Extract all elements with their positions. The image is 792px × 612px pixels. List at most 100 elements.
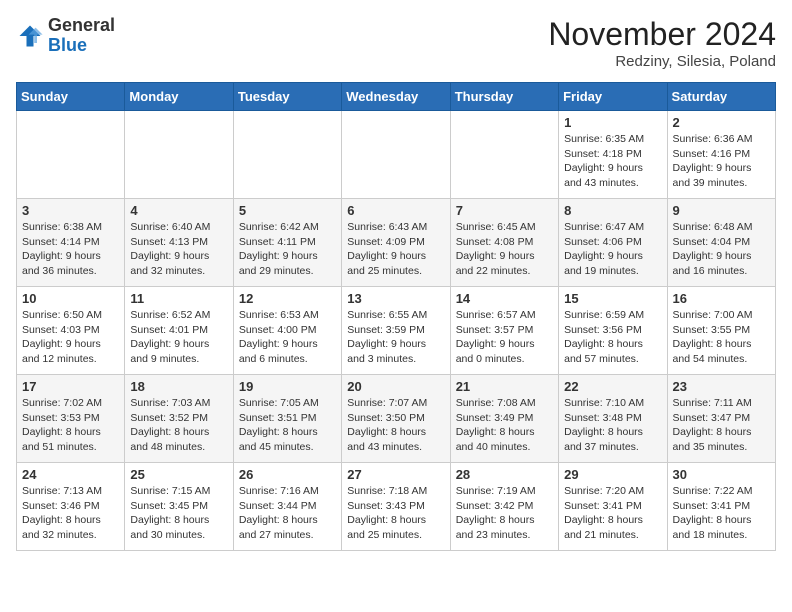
calendar-cell: 29Sunrise: 7:20 AM Sunset: 3:41 PM Dayli… <box>559 463 667 551</box>
calendar-cell: 7 Sunrise: 6:45 AM Sunset: 4:08 PM Daylig… <box>450 199 558 287</box>
day-number: 14 <box>456 291 553 306</box>
calendar-cell: 25 Sunrise: 7:15 AM Sunset: 3:45 PM Dayli… <box>125 463 233 551</box>
day-number: 25 <box>130 467 227 482</box>
logo-icon <box>16 22 44 50</box>
day-info: Sunrise: 6:53 AM Sunset: 4:00 PM Dayligh… <box>239 308 336 367</box>
calendar-cell: 8Sunrise: 6:47 AM Sunset: 4:06 PM Daylig… <box>559 199 667 287</box>
calendar-cell: 24 Sunrise: 7:13 AM Sunset: 3:46 PM Dayli… <box>17 463 125 551</box>
day-info: Sunrise: 7:08 AM Sunset: 3:49 PM Dayligh… <box>456 396 553 455</box>
day-number: 12 <box>239 291 336 306</box>
day-info: Sunrise: 7:02 AM Sunset: 3:53 PM Dayligh… <box>22 396 119 455</box>
day-info: Sunrise: 7:13 AM Sunset: 3:46 PM Dayligh… <box>22 484 119 543</box>
calendar-cell: 9 Sunrise: 6:48 AM Sunset: 4:04 PM Daylig… <box>667 199 775 287</box>
day-number: 11 <box>130 291 227 306</box>
calendar-week-row: 17 Sunrise: 7:02 AM Sunset: 3:53 PM Dayli… <box>17 375 776 463</box>
day-number: 30 <box>673 467 770 482</box>
calendar-cell: 28 Sunrise: 7:19 AM Sunset: 3:42 PM Dayli… <box>450 463 558 551</box>
days-of-week-row: SundayMondayTuesdayWednesdayThursdayFrid… <box>17 83 776 111</box>
logo: General Blue <box>16 16 115 56</box>
day-info: Sunrise: 7:05 AM Sunset: 3:51 PM Dayligh… <box>239 396 336 455</box>
page-header: General Blue November 2024 Redziny, Sile… <box>16 16 776 70</box>
day-of-week-header: Sunday <box>17 83 125 111</box>
day-number: 28 <box>456 467 553 482</box>
day-number: 22 <box>564 379 661 394</box>
day-of-week-header: Tuesday <box>233 83 341 111</box>
calendar-cell: 21 Sunrise: 7:08 AM Sunset: 3:49 PM Dayli… <box>450 375 558 463</box>
calendar-cell <box>342 111 450 199</box>
day-number: 8 <box>564 203 661 218</box>
calendar-cell: 30 Sunrise: 7:22 AM Sunset: 3:41 PM Dayli… <box>667 463 775 551</box>
calendar-body: 1 Sunrise: 6:35 AM Sunset: 4:18 PM Daylig… <box>17 111 776 551</box>
day-info: Sunrise: 6:59 AM Sunset: 3:56 PM Dayligh… <box>564 308 661 367</box>
calendar-cell: 17 Sunrise: 7:02 AM Sunset: 3:53 PM Dayli… <box>17 375 125 463</box>
calendar-header: SundayMondayTuesdayWednesdayThursdayFrid… <box>17 83 776 111</box>
calendar-cell: 10Sunrise: 6:50 AM Sunset: 4:03 PM Dayli… <box>17 287 125 375</box>
day-info: Sunrise: 6:38 AM Sunset: 4:14 PM Dayligh… <box>22 220 119 279</box>
day-of-week-header: Wednesday <box>342 83 450 111</box>
calendar-week-row: 3 Sunrise: 6:38 AM Sunset: 4:14 PM Daylig… <box>17 199 776 287</box>
day-of-week-header: Thursday <box>450 83 558 111</box>
calendar-cell <box>450 111 558 199</box>
calendar-cell: 11 Sunrise: 6:52 AM Sunset: 4:01 PM Dayli… <box>125 287 233 375</box>
day-number: 4 <box>130 203 227 218</box>
day-number: 21 <box>456 379 553 394</box>
title-block: November 2024 Redziny, Silesia, Poland <box>548 16 776 70</box>
calendar-cell: 22Sunrise: 7:10 AM Sunset: 3:48 PM Dayli… <box>559 375 667 463</box>
day-info: Sunrise: 7:00 AM Sunset: 3:55 PM Dayligh… <box>673 308 770 367</box>
day-number: 24 <box>22 467 119 482</box>
day-of-week-header: Monday <box>125 83 233 111</box>
calendar-cell: 5Sunrise: 6:42 AM Sunset: 4:11 PM Daylig… <box>233 199 341 287</box>
day-number: 16 <box>673 291 770 306</box>
location: Redziny, Silesia, Poland <box>548 53 776 70</box>
calendar-cell: 19Sunrise: 7:05 AM Sunset: 3:51 PM Dayli… <box>233 375 341 463</box>
day-number: 3 <box>22 203 119 218</box>
calendar-cell <box>233 111 341 199</box>
day-info: Sunrise: 6:36 AM Sunset: 4:16 PM Dayligh… <box>673 132 770 191</box>
logo-general-text: General <box>48 15 115 35</box>
day-info: Sunrise: 6:35 AM Sunset: 4:18 PM Dayligh… <box>564 132 661 191</box>
calendar-cell: 20 Sunrise: 7:07 AM Sunset: 3:50 PM Dayli… <box>342 375 450 463</box>
day-number: 10 <box>22 291 119 306</box>
day-number: 26 <box>239 467 336 482</box>
day-number: 18 <box>130 379 227 394</box>
day-info: Sunrise: 6:52 AM Sunset: 4:01 PM Dayligh… <box>130 308 227 367</box>
calendar-cell: 27Sunrise: 7:18 AM Sunset: 3:43 PM Dayli… <box>342 463 450 551</box>
calendar-cell: 13Sunrise: 6:55 AM Sunset: 3:59 PM Dayli… <box>342 287 450 375</box>
day-number: 1 <box>564 115 661 130</box>
day-number: 27 <box>347 467 444 482</box>
day-info: Sunrise: 6:55 AM Sunset: 3:59 PM Dayligh… <box>347 308 444 367</box>
day-of-week-header: Saturday <box>667 83 775 111</box>
day-info: Sunrise: 6:43 AM Sunset: 4:09 PM Dayligh… <box>347 220 444 279</box>
day-info: Sunrise: 6:40 AM Sunset: 4:13 PM Dayligh… <box>130 220 227 279</box>
calendar-week-row: 1 Sunrise: 6:35 AM Sunset: 4:18 PM Daylig… <box>17 111 776 199</box>
calendar-week-row: 10Sunrise: 6:50 AM Sunset: 4:03 PM Dayli… <box>17 287 776 375</box>
day-info: Sunrise: 6:45 AM Sunset: 4:08 PM Dayligh… <box>456 220 553 279</box>
calendar-cell: 3 Sunrise: 6:38 AM Sunset: 4:14 PM Daylig… <box>17 199 125 287</box>
month-title: November 2024 <box>548 16 776 53</box>
day-number: 7 <box>456 203 553 218</box>
calendar-cell: 23Sunrise: 7:11 AM Sunset: 3:47 PM Dayli… <box>667 375 775 463</box>
day-info: Sunrise: 6:48 AM Sunset: 4:04 PM Dayligh… <box>673 220 770 279</box>
calendar-table: SundayMondayTuesdayWednesdayThursdayFrid… <box>16 82 776 551</box>
day-number: 2 <box>673 115 770 130</box>
day-info: Sunrise: 7:15 AM Sunset: 3:45 PM Dayligh… <box>130 484 227 543</box>
day-info: Sunrise: 7:11 AM Sunset: 3:47 PM Dayligh… <box>673 396 770 455</box>
day-info: Sunrise: 6:57 AM Sunset: 3:57 PM Dayligh… <box>456 308 553 367</box>
day-number: 9 <box>673 203 770 218</box>
calendar-cell: 14 Sunrise: 6:57 AM Sunset: 3:57 PM Dayli… <box>450 287 558 375</box>
day-info: Sunrise: 7:07 AM Sunset: 3:50 PM Dayligh… <box>347 396 444 455</box>
calendar-cell: 12 Sunrise: 6:53 AM Sunset: 4:00 PM Dayli… <box>233 287 341 375</box>
day-info: Sunrise: 7:22 AM Sunset: 3:41 PM Dayligh… <box>673 484 770 543</box>
calendar-cell: 16 Sunrise: 7:00 AM Sunset: 3:55 PM Dayli… <box>667 287 775 375</box>
calendar-cell: 15 Sunrise: 6:59 AM Sunset: 3:56 PM Dayli… <box>559 287 667 375</box>
calendar-cell: 18Sunrise: 7:03 AM Sunset: 3:52 PM Dayli… <box>125 375 233 463</box>
calendar-cell: 6 Sunrise: 6:43 AM Sunset: 4:09 PM Daylig… <box>342 199 450 287</box>
day-number: 6 <box>347 203 444 218</box>
day-number: 15 <box>564 291 661 306</box>
day-info: Sunrise: 7:16 AM Sunset: 3:44 PM Dayligh… <box>239 484 336 543</box>
calendar-cell: 4 Sunrise: 6:40 AM Sunset: 4:13 PM Daylig… <box>125 199 233 287</box>
calendar-cell: 2 Sunrise: 6:36 AM Sunset: 4:16 PM Daylig… <box>667 111 775 199</box>
day-info: Sunrise: 7:19 AM Sunset: 3:42 PM Dayligh… <box>456 484 553 543</box>
day-number: 17 <box>22 379 119 394</box>
day-number: 20 <box>347 379 444 394</box>
